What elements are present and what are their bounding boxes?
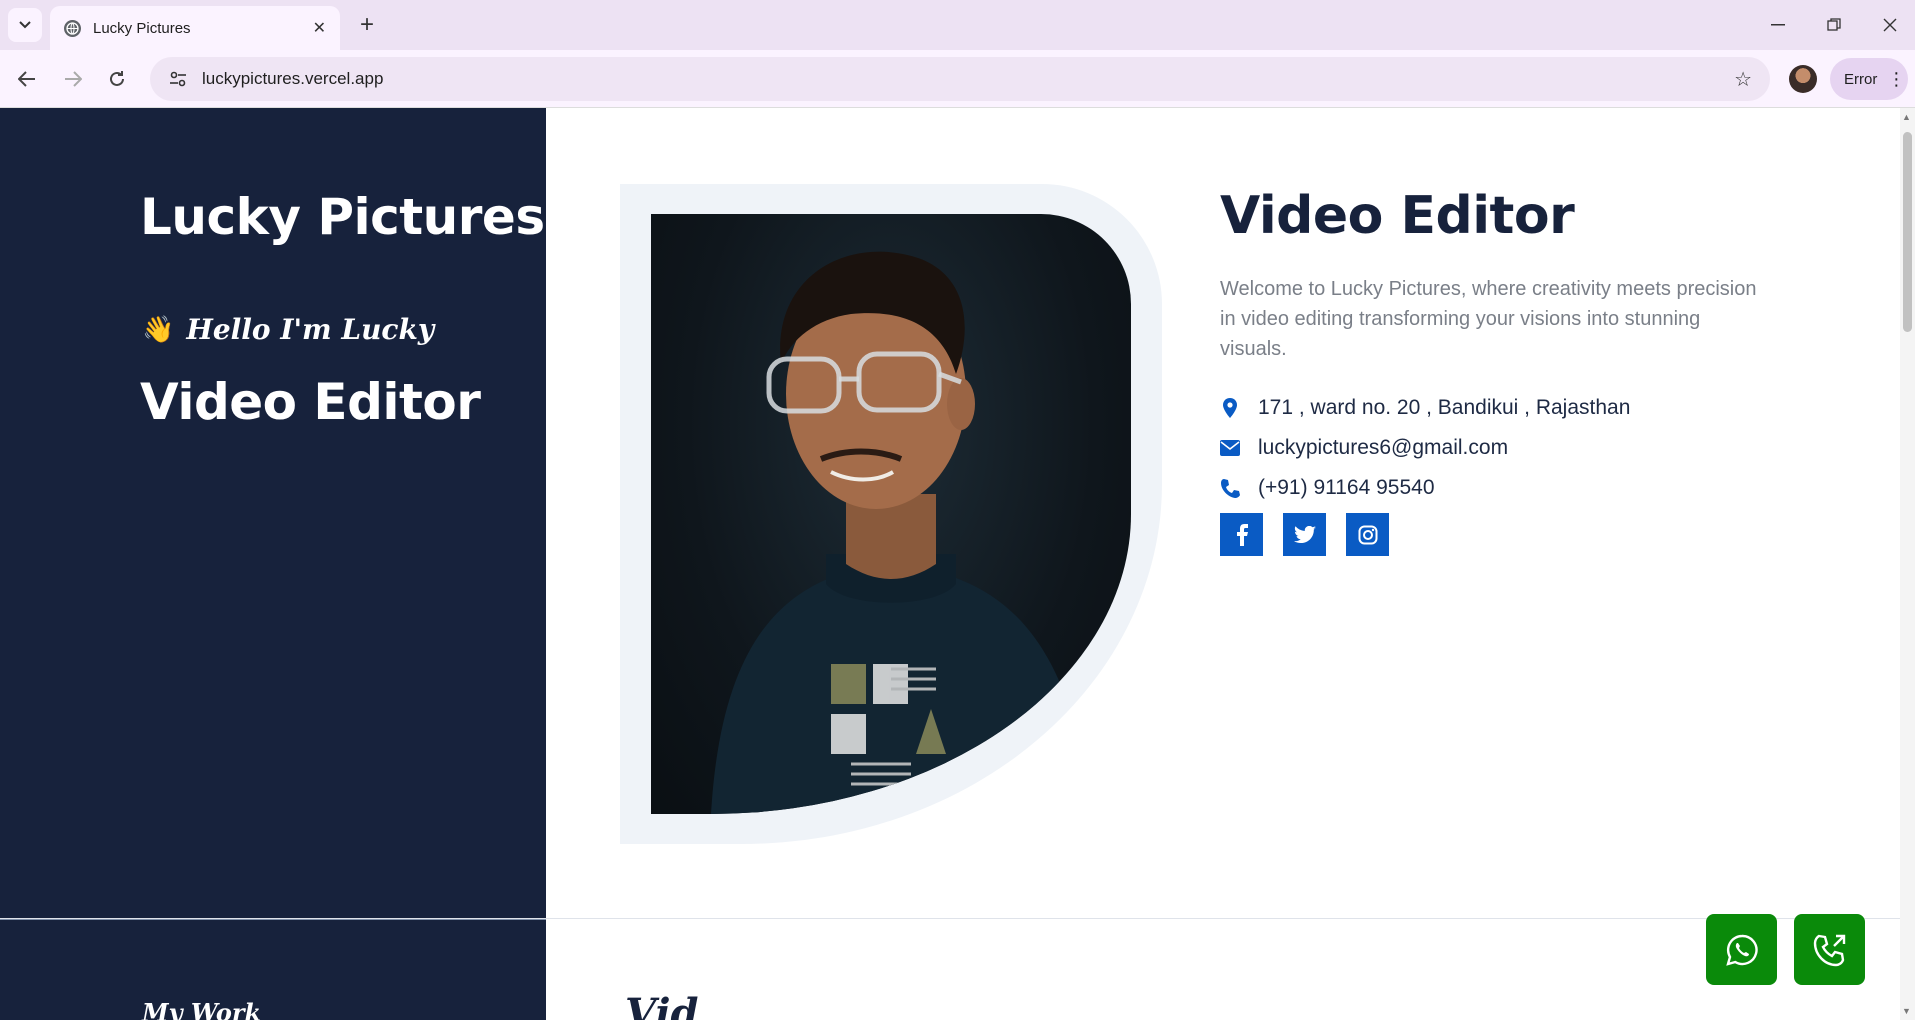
call-button[interactable] (1794, 914, 1865, 985)
facebook-icon[interactable] (1220, 513, 1263, 556)
globe-icon (64, 19, 81, 37)
email-text[interactable]: luckypictures6@gmail.com (1258, 436, 1508, 460)
bookmark-star-icon[interactable]: ☆ (1734, 67, 1752, 92)
tab-title: Lucky Pictures (93, 19, 191, 37)
profile-error-button[interactable]: Error ⋮ (1830, 58, 1908, 100)
greeting-text: Hello I'm Lucky (186, 313, 435, 346)
phone-row[interactable]: (+91) 91164 95540 (1220, 476, 1435, 500)
sidebar-role-title: Video Editor (140, 373, 481, 431)
arrow-left-icon (18, 71, 35, 87)
vertical-scrollbar[interactable]: ▲ ▼ (1900, 108, 1915, 1020)
back-button[interactable] (10, 62, 44, 96)
social-links (1220, 513, 1389, 556)
close-window-button[interactable] (1862, 0, 1915, 50)
whatsapp-icon (1725, 934, 1758, 966)
address-row: 171 , ward no. 20 , Bandikui , Rajasthan (1220, 396, 1630, 420)
scrollbar-thumb[interactable] (1903, 132, 1912, 332)
profile-status-label: Error (1844, 70, 1878, 88)
address-bar[interactable]: luckypictures.vercel.app ☆ (150, 57, 1770, 101)
scroll-down-icon[interactable]: ▼ (1902, 1006, 1911, 1016)
hero-description: Welcome to Lucky Pictures, where creativ… (1220, 278, 1757, 360)
browser-tab-active[interactable]: Lucky Pictures ✕ (50, 6, 340, 50)
section-heading-partial: Vid (625, 990, 699, 1020)
tab-search-button[interactable] (8, 8, 42, 42)
map-pin-icon (1220, 397, 1240, 419)
brand-title[interactable]: Lucky Pictures (140, 188, 545, 246)
chevron-down-icon (19, 21, 31, 29)
whatsapp-button[interactable] (1706, 914, 1777, 985)
new-tab-button[interactable]: + (352, 10, 382, 40)
hero-title: Video Editor (1220, 186, 1575, 246)
arrow-right-icon (65, 71, 82, 87)
instagram-icon[interactable] (1346, 513, 1389, 556)
forward-button[interactable] (56, 62, 90, 96)
close-tab-icon[interactable]: ✕ (313, 18, 326, 38)
phone-icon (1220, 477, 1240, 499)
profile-avatar[interactable] (1789, 65, 1817, 93)
url-text: luckypictures.vercel.app (202, 69, 384, 88)
phone-text[interactable]: (+91) 91164 95540 (1258, 476, 1435, 500)
greeting: 👋 Hello I'm Lucky (142, 313, 434, 346)
minimize-window-button[interactable] (1750, 0, 1806, 50)
profile-photo (651, 214, 1131, 814)
sidebar: Lucky Pictures 👋 Hello I'm Lucky Video E… (0, 108, 546, 918)
more-menu-icon[interactable]: ⋮ (1887, 70, 1905, 88)
reload-button[interactable] (100, 62, 134, 96)
email-row[interactable]: luckypictures6@gmail.com (1220, 436, 1508, 460)
envelope-icon (1220, 437, 1240, 459)
twitter-icon[interactable] (1283, 513, 1326, 556)
waving-hand-icon: 👋 (142, 314, 175, 345)
phone-outgoing-icon (1813, 934, 1845, 966)
page-viewport: Lucky Pictures 👋 Hello I'm Lucky Video E… (0, 108, 1915, 1020)
sidebar-section-2 (0, 919, 546, 1020)
scroll-up-icon[interactable]: ▲ (1902, 112, 1911, 122)
my-work-label: My Work (142, 998, 262, 1020)
site-info-icon[interactable] (168, 69, 188, 89)
browser-toolbar: luckypictures.vercel.app ☆ Error ⋮ (0, 50, 1915, 108)
restore-window-button[interactable] (1806, 0, 1862, 50)
reload-icon (110, 71, 124, 86)
address-text: 171 , ward no. 20 , Bandikui , Rajasthan (1258, 396, 1631, 419)
browser-tab-bar: Lucky Pictures ✕ + (0, 0, 1915, 50)
